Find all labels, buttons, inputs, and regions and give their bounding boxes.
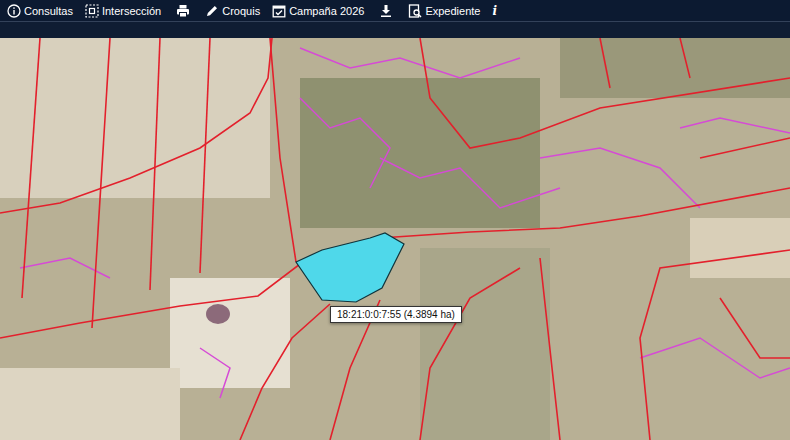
parcel-boundary: [640, 250, 790, 440]
land-use-boundary: [540, 148, 700, 208]
parcel-boundary: [540, 258, 560, 440]
header: Consultas Intersección Croquis Campaña 2026…: [0, 0, 790, 38]
map-ground: [0, 38, 790, 440]
land-use-boundary: [300, 48, 520, 78]
parcel-boundary: [420, 38, 790, 148]
print-icon: [176, 4, 190, 18]
parcel-boundary: [720, 298, 790, 358]
orthophoto: [0, 38, 790, 440]
parcel-boundary: [0, 38, 272, 213]
toolbar-label: Croquis: [222, 5, 260, 17]
toolbar-button[interactable]: Expediente: [405, 2, 483, 20]
land-use-boundary: [300, 98, 390, 188]
toolbar-button[interactable]: i: [489, 2, 500, 20]
land-use-boundary: [380, 158, 560, 208]
toolbar-label: Campaña 2026: [289, 5, 364, 17]
field: [420, 248, 550, 440]
field: [560, 38, 790, 98]
parcel-boundary: [150, 38, 160, 290]
parcel-boundary: [270, 38, 296, 262]
field: [0, 368, 180, 440]
parcel-boundary: [600, 38, 610, 88]
toolbar-label: i: [492, 4, 497, 18]
field: [690, 218, 790, 278]
field: [0, 38, 270, 198]
field: [300, 78, 540, 228]
pond: [206, 304, 230, 324]
map[interactable]: 18:21:0:0:7:55 (4.3894 ha): [0, 38, 790, 440]
parcel-boundary: [700, 138, 790, 158]
calendar-check-icon: [272, 4, 286, 18]
land-use-boundary: [680, 118, 790, 133]
parcel-boundary: [0, 188, 790, 338]
toolbar-button[interactable]: [170, 2, 196, 20]
toolbar: Consultas Intersección Croquis Campaña 2026…: [0, 0, 790, 22]
land-use-boundary: [200, 348, 230, 398]
toolbar-label: Intersección: [102, 5, 161, 17]
selected-parcel[interactable]: [296, 233, 404, 302]
toolbar-button[interactable]: [373, 2, 399, 20]
header-band: [0, 22, 790, 38]
document-search-icon: [408, 4, 422, 18]
pencil-icon: [205, 4, 219, 18]
download-icon: [379, 4, 393, 18]
intersection-icon: [85, 4, 99, 18]
toolbar-label: Expediente: [425, 5, 480, 17]
parcel-boundary: [22, 38, 40, 298]
map-viewer: Consultas Intersección Croquis Campaña 2026…: [0, 0, 790, 440]
parcel-boundary: [420, 268, 520, 440]
parcel-boundary: [240, 304, 330, 440]
toolbar-button[interactable]: Campaña 2026: [269, 2, 367, 20]
parcel-boundary: [92, 38, 110, 328]
parcel-boundary: [680, 38, 690, 78]
toolbar-button[interactable]: Croquis: [202, 2, 263, 20]
parcel-boundary: [200, 38, 210, 273]
toolbar-label: Consultas: [24, 5, 73, 17]
info-icon: [7, 4, 21, 18]
parcel-tooltip: 18:21:0:0:7:55 (4.3894 ha): [330, 306, 462, 323]
toolbar-button[interactable]: Intersección: [82, 2, 164, 20]
toolbar-button[interactable]: Consultas: [4, 2, 76, 20]
